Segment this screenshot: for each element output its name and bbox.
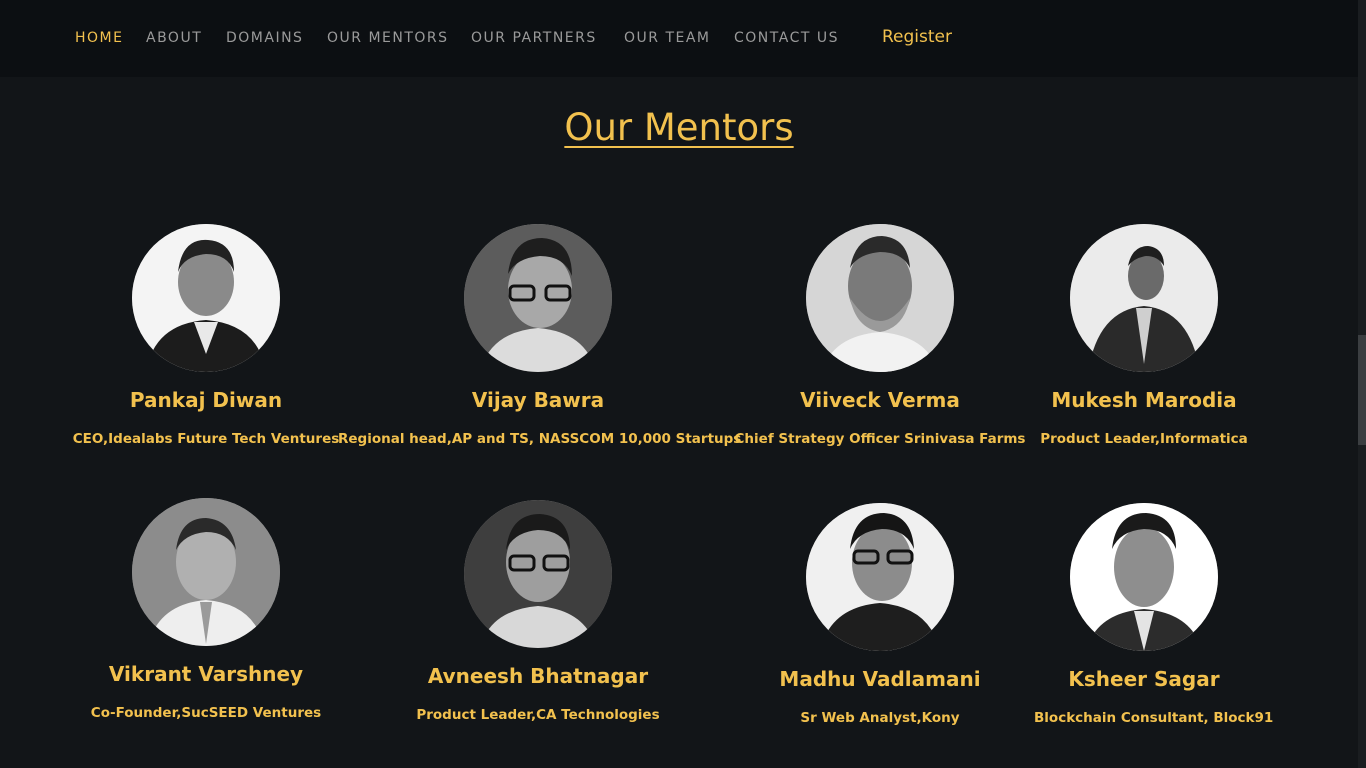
mentor-card: Ksheer Sagar Blockchain Consultant, Bloc… <box>1034 503 1274 726</box>
mentor-name: Viiveck Verma <box>800 388 960 412</box>
mentor-name: Ksheer Sagar <box>1068 667 1220 691</box>
nav-contact-us-link[interactable]: CONTACT US <box>734 30 839 46</box>
mentor-name: Madhu Vadlamani <box>779 667 981 691</box>
mentor-card: Viiveck Verma Chief Strategy Officer Sri… <box>730 224 1030 447</box>
mentor-card: Vikrant Varshney Co-Founder,SucSEED Vent… <box>56 498 356 721</box>
person-silhouette-icon <box>1070 224 1218 372</box>
mentor-role: Co-Founder,SucSEED Ventures <box>90 705 322 721</box>
nav-our-mentors-link[interactable]: OUR MENTORS <box>327 30 449 46</box>
mentor-name: Pankaj Diwan <box>129 388 283 412</box>
person-silhouette-icon <box>806 224 954 372</box>
mentor-role: Chief Strategy Officer Srinivasa Farms <box>734 431 1026 447</box>
mentor-role: CEO,Idealabs Future Tech Ventures <box>72 431 340 447</box>
person-silhouette-icon <box>464 500 612 648</box>
mentor-photo <box>464 500 612 648</box>
mentor-role: Product Leader,Informatica <box>1040 431 1248 447</box>
mentor-card: Pankaj Diwan CEO,Idealabs Future Tech Ve… <box>56 224 356 447</box>
mentor-name: Mukesh Marodia <box>1051 388 1237 412</box>
top-navbar: HOME ABOUT DOMAINS OUR MENTORS OUR PARTN… <box>0 0 1358 77</box>
scrollbar-thumb[interactable] <box>1358 335 1366 445</box>
mentor-photo <box>1070 503 1218 651</box>
mentor-photo <box>132 498 280 646</box>
mentor-photo <box>806 503 954 651</box>
mentor-card: Madhu Vadlamani Sr Web Analyst,Kony <box>730 503 1030 726</box>
register-button[interactable]: Register <box>882 27 952 47</box>
mentor-photo <box>464 224 612 372</box>
nav-our-partners-link[interactable]: OUR PARTNERS <box>471 30 597 46</box>
mentor-photo <box>1070 224 1218 372</box>
mentor-name: Avneesh Bhatnagar <box>427 664 649 688</box>
mentor-name: Vijay Bawra <box>471 388 605 412</box>
mentor-card: Vijay Bawra Regional head,AP and TS, NAS… <box>338 224 742 447</box>
nav-domains-link[interactable]: DOMAINS <box>226 30 303 46</box>
person-silhouette-icon <box>1070 503 1218 651</box>
mentor-role: Regional head,AP and TS, NASSCOM 10,000 … <box>338 431 742 447</box>
person-silhouette-icon <box>132 224 280 372</box>
nav-our-team-link[interactable]: OUR TEAM <box>624 30 711 46</box>
mentor-name: Vikrant Varshney <box>108 662 304 686</box>
mentor-card: Mukesh Marodia Product Leader,Informatic… <box>1034 224 1254 447</box>
mentor-role: Blockchain Consultant, Block91 <box>1034 710 1274 726</box>
mentor-photo <box>132 224 280 372</box>
mentor-card: Avneesh Bhatnagar Product Leader,CA Tech… <box>388 500 688 723</box>
mentor-role: Sr Web Analyst,Kony <box>800 710 960 726</box>
mentor-role: Product Leader,CA Technologies <box>416 707 660 723</box>
page-title: Our Mentors <box>564 106 794 149</box>
person-silhouette-icon <box>806 503 954 651</box>
nav-home-link[interactable]: HOME <box>75 30 123 46</box>
person-silhouette-icon <box>464 224 612 372</box>
person-silhouette-icon <box>132 498 280 646</box>
page-scrollbar[interactable] <box>1358 0 1366 768</box>
nav-about-link[interactable]: ABOUT <box>146 30 202 46</box>
mentor-photo <box>806 224 954 372</box>
